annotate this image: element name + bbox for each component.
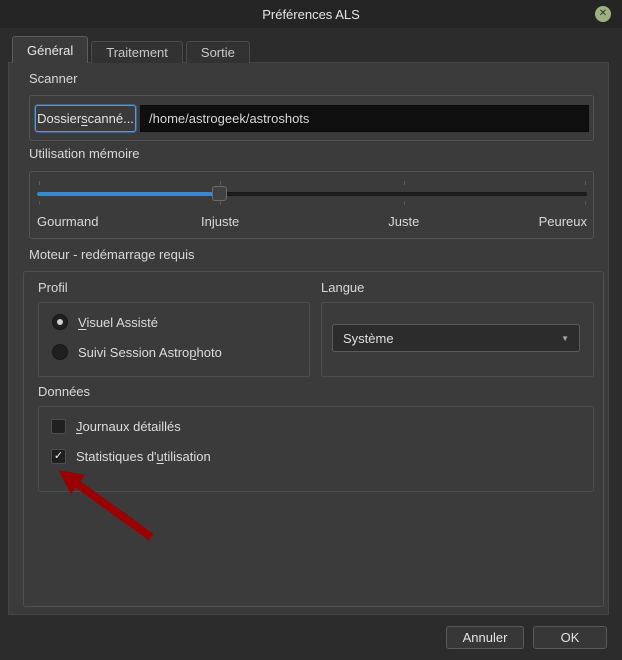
slider-tick xyxy=(585,181,586,185)
tab-general[interactable]: Général xyxy=(12,36,88,63)
tab-sortie[interactable]: Sortie xyxy=(186,41,250,63)
checkbox-statistiques-utilisation[interactable]: ✓ Statistiques d'utilisation xyxy=(51,449,211,464)
tab-panel-general: Scanner Dossier scanné... Utilisation mé… xyxy=(8,62,609,615)
slider-label-injuste: Injuste xyxy=(201,214,239,229)
tab-traitement[interactable]: Traitement xyxy=(91,41,183,63)
slider-tick xyxy=(404,181,405,185)
radio-suivi-session-astrophoto[interactable]: Suivi Session Astrophoto xyxy=(52,344,222,360)
memory-slider-labels: Gourmand Injuste Juste Peureux xyxy=(37,214,587,230)
slider-tick xyxy=(39,201,40,205)
profile-box: Visuel Assisté Suivi Session Astrophoto xyxy=(38,302,310,377)
slider-tick xyxy=(220,201,221,205)
slider-label-juste: Juste xyxy=(388,214,419,229)
tabbar: Général Traitement Sortie xyxy=(12,36,253,63)
window-title: Préférences ALS xyxy=(262,7,360,22)
radio-icon[interactable] xyxy=(52,344,68,360)
memory-section-label: Utilisation mémoire xyxy=(29,146,140,161)
preferences-dialog: { "window": { "title": "Préférences ALS"… xyxy=(0,0,622,660)
language-select[interactable]: Système ▼ xyxy=(332,324,580,352)
scanner-groupbox: Dossier scanné... xyxy=(29,95,594,141)
radio-icon[interactable] xyxy=(52,314,68,330)
scanner-section-label: Scanner xyxy=(29,71,77,86)
scanned-folder-button[interactable]: Dossier scanné... xyxy=(35,105,136,132)
ok-button[interactable]: OK xyxy=(533,626,607,649)
chevron-down-icon: ▼ xyxy=(561,334,569,343)
radio-label: Suivi Session Astrophoto xyxy=(78,345,222,360)
checkbox-journaux-detailles[interactable]: Journaux détaillés xyxy=(51,419,181,434)
scanned-folder-button-label-end: canné... xyxy=(88,111,134,126)
data-label: Données xyxy=(38,384,90,399)
profile-label: Profil xyxy=(38,280,68,295)
language-label: Langue xyxy=(321,280,364,295)
scanned-folder-path-input[interactable] xyxy=(140,105,589,132)
engine-groupbox: Profil Visuel Assisté Suivi Session Astr… xyxy=(23,271,604,607)
radio-visuel-assiste[interactable]: Visuel Assisté xyxy=(52,314,158,330)
checkbox-icon[interactable]: ✓ xyxy=(51,449,66,464)
language-box: Système ▼ xyxy=(321,302,594,377)
slider-label-gourmand: Gourmand xyxy=(37,214,98,229)
scanned-folder-button-label: Dossier xyxy=(37,111,81,126)
checkbox-label: Journaux détaillés xyxy=(76,419,181,434)
slider-tick xyxy=(220,181,221,185)
titlebar: Préférences ALS ✕ xyxy=(0,0,622,28)
checkbox-label: Statistiques d'utilisation xyxy=(76,449,211,464)
slider-tick xyxy=(39,181,40,185)
slider-tick xyxy=(585,201,586,205)
memory-groupbox: Gourmand Injuste Juste Peureux xyxy=(29,171,594,239)
cancel-button[interactable]: Annuler xyxy=(446,626,524,649)
close-icon[interactable]: ✕ xyxy=(595,6,611,22)
radio-label: Visuel Assisté xyxy=(78,315,158,330)
slider-tick xyxy=(404,201,405,205)
checkbox-icon[interactable] xyxy=(51,419,66,434)
slider-handle[interactable] xyxy=(212,186,227,201)
slider-fill xyxy=(37,192,220,196)
data-box: Journaux détaillés ✓ Statistiques d'util… xyxy=(38,406,594,492)
slider-label-peureux: Peureux xyxy=(539,214,587,229)
engine-section-label: Moteur - redémarrage requis xyxy=(29,247,194,262)
language-selected-value: Système xyxy=(333,331,394,346)
memory-slider[interactable] xyxy=(37,182,587,202)
